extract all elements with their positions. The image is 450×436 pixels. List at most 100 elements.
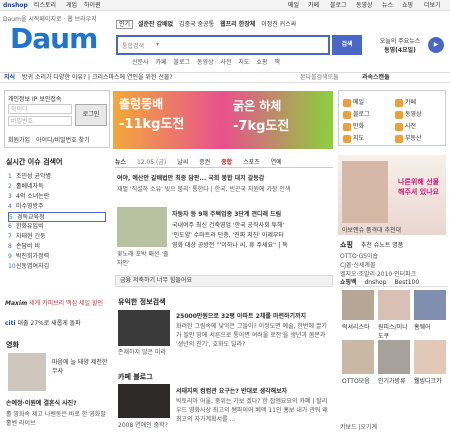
tab-general[interactable]: 종합 (221, 157, 232, 166)
password-input[interactable]: 비밀번호 (8, 116, 72, 126)
list-item[interactable]: 3 4억 소녀논란 (8, 192, 106, 202)
service-map[interactable]: 지도 (343, 133, 364, 143)
subnav-blog[interactable]: 블로그 (173, 59, 190, 66)
today-news-link[interactable]: 동영(4요일) (376, 45, 424, 54)
login-tab-ip[interactable]: IP (32, 96, 37, 103)
notice-right[interactable]: 본다블검색모듈 (300, 73, 339, 83)
subnav-shopping[interactable]: 쇼핑 (256, 59, 267, 66)
list-item[interactable]: 2 홀베네자득 (8, 182, 106, 192)
daum-logo[interactable]: Daum (10, 22, 100, 56)
service-video[interactable]: 동영상 (395, 109, 422, 119)
tab-shoppingbag[interactable]: 쇼핑백 (340, 279, 357, 286)
subnav-dictionary[interactable]: 사전 (220, 59, 231, 66)
topbar-link-video[interactable]: 동영상 (356, 0, 373, 11)
shop-item-label[interactable]: 인기가방류 (378, 376, 412, 385)
shop-item-label[interactable]: 원피스/미니도쿠 (378, 322, 412, 340)
intel-ad[interactable]: 나른위해 선물해주셔 있나요 아보앤슈 품격대 추천대 (338, 155, 446, 235)
subnav-newspaper[interactable]: 신문사 (132, 59, 149, 66)
hot-keyword-1[interactable]: 설준잔 감배없 (138, 21, 173, 28)
shop-item-label[interactable]: OTTO모음 (342, 376, 376, 385)
topbar-link-tistory[interactable]: 티스토리 (34, 0, 56, 11)
login-tab-personal[interactable]: 개인정보 (8, 96, 30, 103)
shop-item-image[interactable] (342, 340, 374, 374)
search-button[interactable]: 검색 (332, 35, 362, 55)
subnav-map[interactable]: 지도 (238, 59, 249, 66)
list-item[interactable]: 8 손담비 비 (8, 242, 106, 252)
chevron-down-icon[interactable]: ▾ (156, 41, 159, 48)
signup-link[interactable]: 회원가입 (8, 137, 30, 144)
service-dictionary[interactable]: 사전 (395, 121, 416, 131)
tab-dnshop[interactable]: dnshop (364, 279, 386, 286)
hot-keyword-4[interactable]: 이정진 커스싸 (261, 21, 296, 28)
service-cafe[interactable]: 카페 (395, 97, 416, 107)
info-headline[interactable]: 25000만원으로 32평 아파트 2채를 마련하기까지 (176, 311, 332, 320)
service-blog[interactable]: 블로그 (343, 109, 370, 119)
subnav-cafe[interactable]: 카페 (155, 59, 166, 66)
news-item3[interactable]: '인도양' 수마트라 단층, '진짜 지진' 이제부터 (172, 230, 332, 239)
news-thumb-caption[interactable]: 꽃노래 포박 패션 '출 자인' (117, 249, 169, 267)
tab-stock[interactable]: 증권 (199, 157, 210, 166)
list-item[interactable]: 7 차태현 긴둥 (8, 232, 106, 242)
topbar-link-dnshop[interactable]: dnshop (3, 0, 28, 11)
movie-headline[interactable]: 손예정·이원예 결혼식 사진? (6, 398, 110, 407)
find-account-link[interactable]: 아이디/비밀번호 찾기 (36, 137, 90, 144)
movie-thumbnail[interactable] (8, 353, 46, 391)
list-item[interactable]: 1 조민성 균악병 (8, 172, 106, 182)
service-comic[interactable]: 만화 (343, 121, 364, 131)
diet-banner[interactable]: 출렁뚱배 -11kg도전 굵은 하체 -7kg도전 (113, 91, 333, 149)
tab-entertainment[interactable]: 연예 (271, 157, 282, 166)
shop-item-image[interactable] (414, 340, 446, 374)
finance-ticker[interactable]: 금융 저축하기 너무 힘들어요 (115, 275, 333, 287)
subnav-book[interactable]: 책 (274, 59, 280, 66)
shop-item-label[interactable]: 웰빙다크카 (414, 376, 448, 385)
tab-notebook[interactable]: 슈노트 (374, 242, 391, 249)
search-input[interactable] (166, 39, 326, 51)
info-caption[interactable]: 존재하지 않은 미라 (118, 347, 172, 356)
notice-text[interactable]: 방귀 소리가 다양한 이유? | 크리스마스에 연인을 위한 선물? (22, 73, 173, 83)
info-text[interactable]: 화려한 그림속에 낮익은 그들이? 이정도면 예술, 한번에 끌기가 될만 땅에… (176, 322, 332, 349)
shop-item-image[interactable] (414, 290, 446, 320)
notice-right-link[interactable]: 과속스캔들 (362, 73, 390, 83)
movie-item[interactable]: 마음에 늘 태양 제천한무사 (52, 357, 108, 375)
news-item2[interactable]: 국내여주 최신 건축영업 '한국 공직사회 투해' (172, 220, 332, 229)
topbar-link-mail[interactable]: 메일 (288, 0, 299, 11)
info-thumbnail[interactable] (118, 310, 170, 346)
tab-luxury[interactable]: 명품 (392, 242, 403, 249)
login-button[interactable]: 로그인 (75, 104, 107, 126)
shop-item-label[interactable]: 럭셔리스타 (342, 322, 376, 331)
tab-best100[interactable]: Best100 (394, 279, 419, 286)
shopping-footer[interactable]: 키보드 |오기계 (340, 422, 377, 431)
topbar-link-hiqueen[interactable]: 하이퀸 (84, 0, 101, 11)
blog-headline[interactable]: 서태지의 컴컴관 요구는? 반대로 생각해보자 (176, 386, 332, 395)
blog-caption[interactable]: 2008 연애인 중학? (118, 420, 172, 429)
news-thumbnail[interactable] (117, 207, 167, 247)
citi-ad[interactable]: citi 대출 27%로 새롭게 돌파 (5, 318, 109, 330)
tab-sports[interactable]: 스포츠 (243, 157, 260, 166)
movie-desc[interactable]: 홀 영화속 제고 나벤동은 바로 한 영화팔 홀벤 라이브 (6, 409, 110, 427)
shop-item-image[interactable] (378, 290, 410, 320)
login-tab-secure[interactable]: 보안접속 (39, 96, 61, 103)
tab-recommend[interactable]: 추천 (361, 242, 372, 249)
search-category[interactable]: 통합검색 (122, 41, 144, 50)
topbar-link-cafe[interactable]: 카페 (308, 0, 319, 11)
news-lead2[interactable]: 재벌 '직설하 소유' 빚으 붕리' 통한다 | 한국, 빈곤국 지원에 가장 … (117, 184, 331, 193)
list-item[interactable]: 9 박진희가정력 (8, 252, 106, 262)
id-input[interactable]: 아이디 (8, 104, 72, 114)
hot-keyword-2[interactable]: 김중국 중공통 (179, 21, 214, 28)
tab-weather[interactable]: 날씨 (177, 157, 188, 166)
list-item[interactable]: 5 경독교육청 (8, 212, 106, 222)
subnav-video[interactable]: 동영상 (197, 59, 214, 66)
blog-thumbnail[interactable] (118, 384, 170, 418)
news-item1[interactable]: 자둥자 등 9채 주택업종 3단계 견디래 드림 (172, 209, 332, 218)
topbar-link-news[interactable]: 뉴스 (382, 0, 393, 11)
news-item4[interactable]: 영화 대상 공방전 '''이하나 씨, 휴 주세요'' | 독 (172, 240, 332, 249)
blog-text[interactable]: 빅토리아 어울, 중위는 가보 겠다? 한 잡엔요요의 카폐 | 탈리우드 영화… (176, 397, 332, 424)
service-realestate[interactable]: 부동산 (395, 133, 422, 143)
list-item[interactable]: 4 미수영방주 (8, 202, 106, 212)
hot-keyword-3[interactable]: 웹프리 한장체 (220, 21, 255, 28)
list-item[interactable]: 6 한화유입비 (8, 222, 106, 232)
shop-item-image[interactable] (378, 340, 410, 374)
shop-item-image[interactable] (342, 290, 374, 320)
topbar-link-blog[interactable]: 블로그 (330, 0, 347, 11)
topbar-link-more[interactable]: 더보기 (424, 0, 441, 11)
